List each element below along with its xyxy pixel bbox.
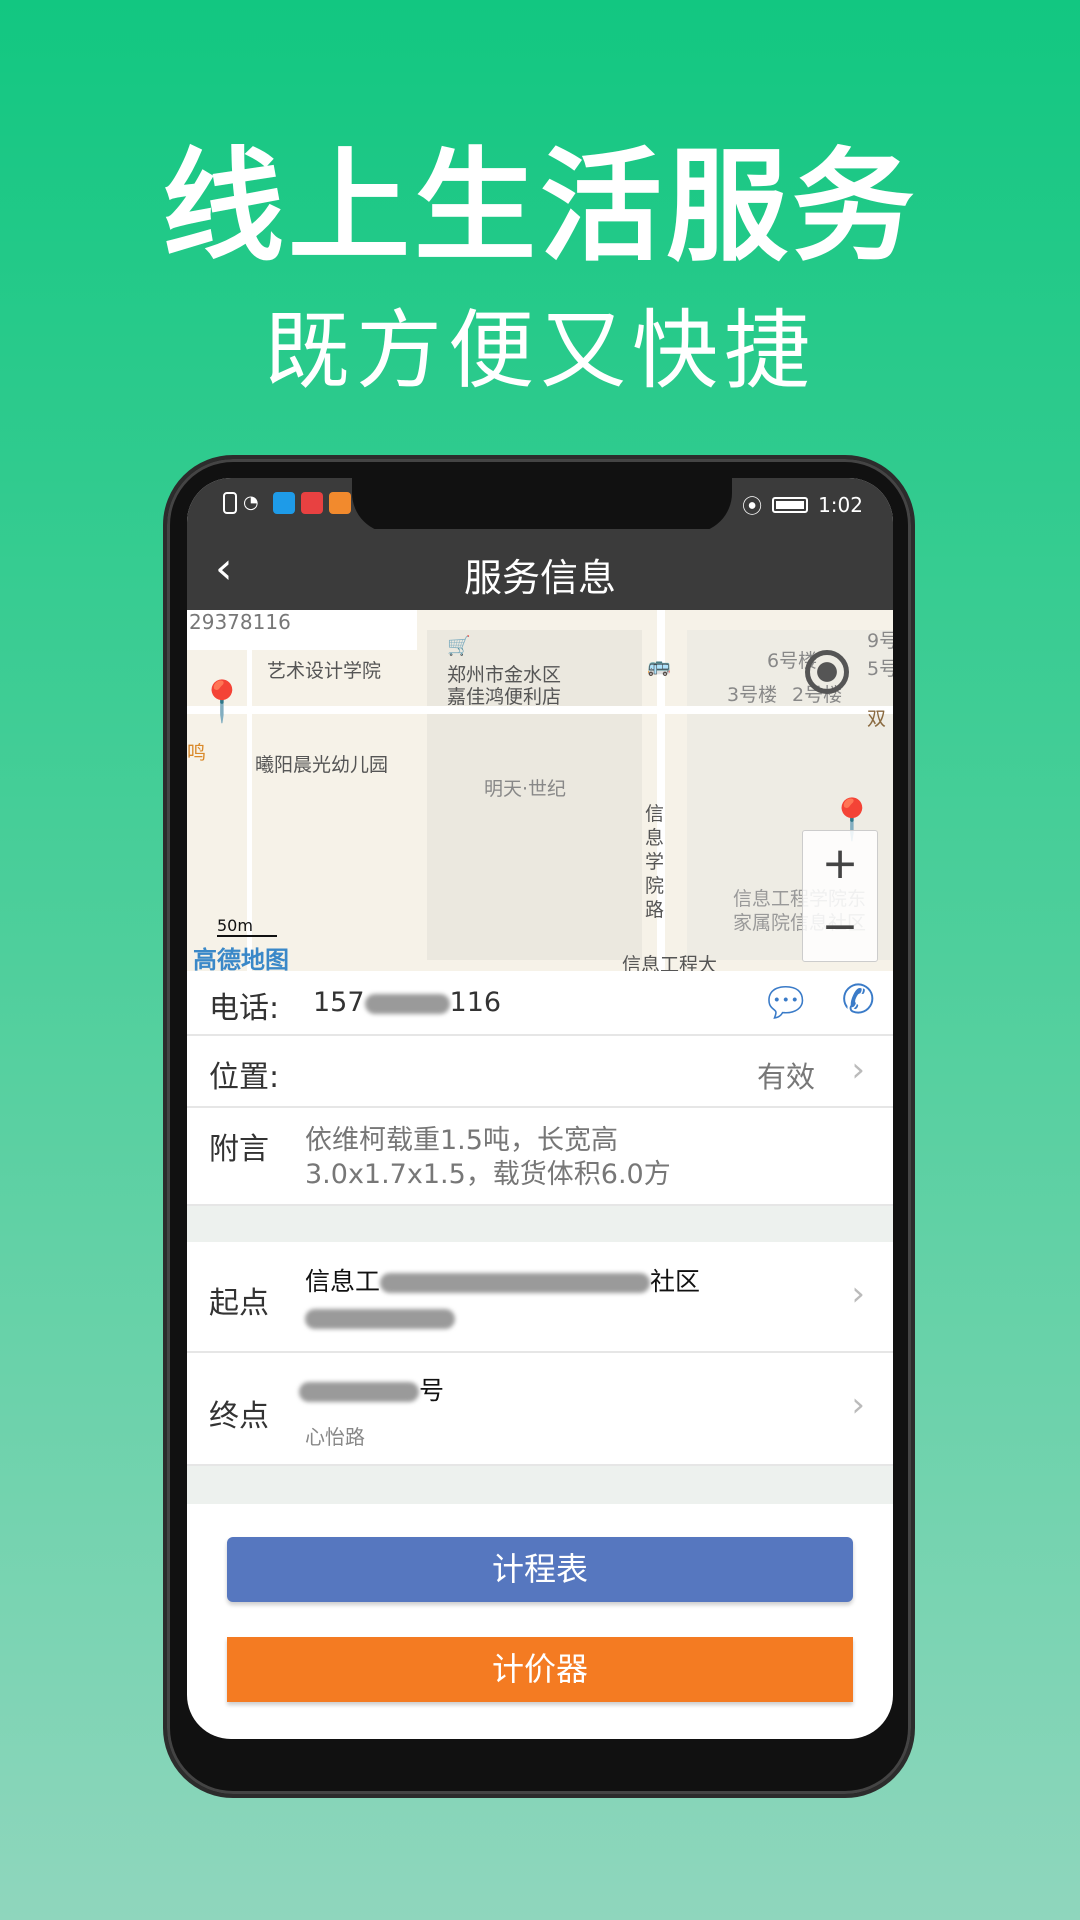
locate-me-icon[interactable]: [805, 650, 849, 694]
redaction: [299, 1382, 419, 1402]
start-sub-address: [305, 1308, 455, 1329]
phone-end: 116: [449, 987, 502, 1018]
map-view[interactable]: 29378116 艺术设计学院 📍 🛒 郑州市金水区 嘉佳鸿便利店 🚌 6号楼 …: [187, 610, 893, 971]
pricer-button[interactable]: 计价器: [227, 1637, 853, 1702]
section-divider: [187, 1466, 893, 1504]
end-point-row[interactable]: 终点 号 心怡路 ›: [187, 1353, 893, 1466]
map-label: 嘉佳鸿便利店: [447, 686, 562, 708]
address-part: 信息工: [305, 1267, 381, 1296]
promo-headline: 线上生活服务: [162, 136, 918, 278]
zoom-out-button[interactable]: −: [803, 897, 877, 963]
map-label: 3号楼: [727, 684, 778, 706]
sim-icon: [223, 492, 237, 514]
location-icon: ⦿: [742, 494, 763, 518]
end-sub-address: 心怡路: [305, 1425, 365, 1449]
app-header: ‹ 服务信息: [187, 529, 893, 610]
phone-label: 电话:: [209, 991, 280, 1026]
section-divider: [187, 1206, 893, 1242]
map-label: 29378116: [187, 610, 417, 650]
note-label: 附言: [209, 1132, 269, 1167]
promo-subheadline: 既方便又快捷: [264, 301, 816, 401]
map-label: 9号: [867, 630, 893, 652]
start-label: 起点: [209, 1286, 269, 1321]
meter-button[interactable]: 计程表: [227, 1537, 853, 1602]
phone-call-icon[interactable]: ✆: [841, 977, 875, 1023]
location-row[interactable]: 位置: 有效 ›: [187, 1036, 893, 1108]
page-title: 服务信息: [463, 556, 616, 600]
zoom-in-button[interactable]: +: [803, 831, 877, 897]
note-text: 依维柯载重1.5吨，长宽高 3.0x1.7x1.5，载货体积6.0方: [305, 1124, 671, 1192]
redaction: [380, 1273, 651, 1293]
app-icon-red: [301, 492, 323, 514]
clock: 1:02: [818, 492, 863, 517]
chevron-right-icon: ›: [851, 1050, 865, 1090]
phone-row: 电话: 157 116 💬︎ ✆: [187, 971, 893, 1036]
start-point-row[interactable]: 起点 信息工 社区 ›: [187, 1242, 893, 1353]
location-label: 位置:: [209, 1060, 280, 1095]
amap-logo: 高德地图: [193, 946, 289, 971]
chat-bubble-icon[interactable]: 💬︎: [760, 979, 811, 1026]
redaction: [364, 993, 450, 1014]
battery-icon: [772, 496, 809, 513]
map-label: 明天·世纪: [484, 778, 567, 800]
chevron-right-icon: ›: [851, 1385, 865, 1425]
end-label: 终点: [209, 1399, 269, 1434]
end-address: 号: [299, 1371, 444, 1407]
start-address: 信息工 社区: [305, 1262, 700, 1298]
map-label: 信息学院路: [645, 803, 665, 921]
location-status: 有效: [756, 1060, 815, 1094]
phone-number: 157 116: [313, 987, 501, 1018]
app-icon-blue: [273, 492, 295, 514]
app-icon-orange: [329, 492, 351, 514]
map-scale: 50m: [217, 916, 277, 937]
phone-screen: ◔ ⦿ 1:02 ‹ 服务信息 29378116 艺术设计学院 📍 🛒 郑州市金…: [187, 478, 893, 1739]
note-row: 附言 依维柯载重1.5吨，长宽高 3.0x1.7x1.5，载货体积6.0方: [187, 1108, 893, 1206]
camera-notch: [352, 478, 732, 533]
map-label: 信息工程大: [622, 954, 718, 971]
wifi-icon: ◔: [243, 492, 259, 513]
map-label: 5号: [867, 658, 893, 680]
phone-start: 157: [313, 987, 365, 1018]
bus-stop-icon: 🚌: [647, 655, 671, 677]
map-label: 鸣: [187, 742, 207, 764]
redaction: [305, 1308, 455, 1329]
address-part: 号: [419, 1376, 445, 1405]
note-line: 3.0x1.7x1.5，载货体积6.0方: [305, 1159, 671, 1190]
address-part: 社区: [650, 1267, 701, 1296]
map-label: 曦阳晨光幼儿园: [255, 754, 389, 776]
map-pin-blue-icon[interactable]: 📍: [197, 678, 247, 725]
map-label: 双: [867, 708, 887, 730]
zoom-control: + −: [802, 830, 878, 962]
note-line: 依维柯载重1.5吨，长宽高: [305, 1125, 618, 1156]
chevron-right-icon: ›: [851, 1274, 865, 1314]
map-label: 艺术设计学院: [267, 660, 382, 682]
shopping-cart-icon: 🛒: [447, 635, 471, 657]
status-bar: ◔ ⦿ 1:02: [187, 478, 893, 533]
